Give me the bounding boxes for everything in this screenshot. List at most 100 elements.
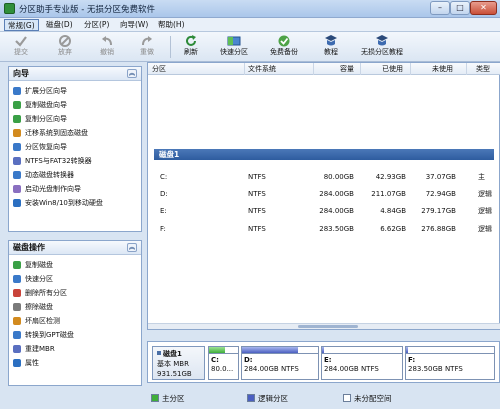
refresh-button[interactable]: 刷新: [176, 34, 206, 60]
cell-fs: NTFS: [248, 225, 266, 233]
menu-disk[interactable]: 磁盘(D): [43, 19, 76, 31]
partition-block-name: D:: [244, 356, 253, 364]
legend-primary-swatch: [151, 394, 159, 402]
disk-map-info[interactable]: 磁盘1 基本 MBR 931.51GB: [152, 346, 205, 380]
disk-op-item[interactable]: 属性: [9, 356, 141, 370]
column-capacity[interactable]: 容量: [340, 64, 354, 74]
disk-op-item[interactable]: 重建MBR: [9, 342, 141, 356]
column-separator: [410, 63, 411, 75]
menu-help[interactable]: 帮助(H): [155, 19, 188, 31]
disk-op-item[interactable]: 转换到GPT磁盘: [9, 328, 141, 342]
close-button[interactable]: ✕: [470, 1, 497, 15]
partition-block[interactable]: C: 80.0...: [208, 346, 239, 380]
minimize-button[interactable]: –: [430, 1, 450, 15]
legend: 主分区 逻辑分区 未分配空间: [147, 392, 500, 407]
disk-op-item[interactable]: 删除所有分区: [9, 286, 141, 300]
free-backup-button[interactable]: 免费备份: [264, 34, 304, 60]
disk-icon: [157, 351, 161, 355]
wizard-item[interactable]: 扩展分区向导: [9, 84, 141, 98]
wizard-item[interactable]: 复制磁盘向导: [9, 98, 141, 112]
wizard-panel-title: 向导: [13, 69, 29, 78]
table-row[interactable]: C: NTFS 80.00GB 42.93GB 37.07GB 主: [148, 171, 500, 183]
disk-op-item-label: 擦除磁盘: [25, 303, 53, 311]
table-row[interactable]: F: NTFS 283.50GB 6.62GB 276.88GB 逻辑: [148, 223, 500, 235]
partition-block[interactable]: E: 284.00GB NTFS: [321, 346, 403, 380]
wizard-item[interactable]: 安装Win8/10到移动硬盘: [9, 196, 141, 210]
column-separator: [313, 63, 314, 75]
menu-bar: 常规(G) 磁盘(D) 分区(P) 向导(W) 帮助(H): [0, 18, 500, 32]
menu-partition[interactable]: 分区(P): [81, 19, 112, 31]
cell-type: 逻辑: [478, 225, 492, 233]
toolbar: 提交 放弃 撤销 重做 刷新 快速分区 免费备份 教程 无损分区教程: [0, 32, 500, 62]
maximize-button[interactable]: □: [450, 1, 470, 15]
refresh-label: 刷新: [184, 48, 198, 56]
wizard-item-label: 安装Win8/10到移动硬盘: [25, 199, 103, 207]
win-to-go-icon: [13, 199, 21, 207]
cell-fs: NTFS: [248, 190, 266, 198]
wizard-item[interactable]: NTFS与FAT32转换器: [9, 154, 141, 168]
partition-usage-bar: [322, 347, 402, 354]
wizard-item[interactable]: 迁移系统到固态磁盘: [9, 126, 141, 140]
menu-general[interactable]: 常规(G): [4, 19, 39, 31]
partition-block[interactable]: F: 283.50GB NTFS: [405, 346, 495, 380]
cell-free: 72.94GB: [425, 190, 456, 198]
undo-button[interactable]: 撤销: [92, 34, 122, 60]
disk-op-item[interactable]: 复制磁盘: [9, 258, 141, 272]
cell-used: 4.84GB: [380, 207, 406, 215]
undo-icon: [102, 36, 112, 46]
cell-partition: E:: [160, 207, 167, 215]
quick-partition-button[interactable]: 快速分区: [214, 34, 254, 60]
menu-wizard[interactable]: 向导(W): [117, 19, 151, 31]
horizontal-scrollbar[interactable]: [148, 323, 500, 329]
column-free[interactable]: 未使用: [432, 64, 453, 74]
column-separator: [244, 63, 245, 75]
disk-op-item-label: 复制磁盘: [25, 261, 53, 269]
partition-usage-bar: [406, 347, 494, 354]
column-used[interactable]: 已使用: [382, 64, 403, 74]
disk-op-item[interactable]: 坏扇区检测: [9, 314, 141, 328]
legend-unallocated: 未分配空间: [343, 394, 392, 404]
wizard-item[interactable]: 复制分区向导: [9, 112, 141, 126]
wizard-item[interactable]: 分区恢复向导: [9, 140, 141, 154]
scrollbar-thumb[interactable]: [298, 325, 358, 328]
wizard-item[interactable]: 启动光盘制作向导: [9, 182, 141, 196]
collapse-wizard-button[interactable]: ︽: [127, 69, 137, 78]
cell-free: 276.88GB: [421, 225, 456, 233]
wizard-item-label: 动态磁盘转换器: [25, 171, 74, 179]
cell-fs: NTFS: [248, 207, 266, 215]
column-partition[interactable]: 分区: [152, 64, 166, 74]
convert-gpt-icon: [13, 331, 21, 339]
cell-used: 42.93GB: [375, 173, 406, 181]
disk-op-item[interactable]: 快速分区: [9, 272, 141, 286]
cell-fs: NTFS: [248, 173, 266, 181]
table-row[interactable]: D: NTFS 284.00GB 211.07GB 72.94GB 逻辑: [148, 188, 500, 200]
redo-icon: [142, 36, 152, 46]
disk-operations-panel: 磁盘操作 ︽ 复制磁盘 快速分区 删除所有分区 擦除磁盘 坏扇区检测 转换到GPT磁盘 重建…: [8, 240, 142, 386]
table-row[interactable]: E: NTFS 284.00GB 4.84GB 279.17GB 逻辑: [148, 205, 500, 217]
disk-map: 磁盘1 基本 MBR 931.51GB C: 80.0... D: 284.00GB …: [147, 341, 500, 383]
submit-button[interactable]: 提交: [6, 34, 36, 60]
legend-primary: 主分区: [151, 394, 185, 404]
partition-block-name: C:: [211, 356, 219, 364]
tutorial-button[interactable]: 教程: [316, 34, 346, 60]
disk-header-row[interactable]: 磁盘1: [154, 149, 494, 160]
redo-button[interactable]: 重做: [132, 34, 162, 60]
lossless-tutorial-label: 无损分区教程: [361, 48, 403, 56]
collapse-disk-ops-button[interactable]: ︽: [127, 243, 137, 252]
cell-used: 6.62GB: [380, 225, 406, 233]
legend-logical: 逻辑分区: [247, 394, 288, 404]
title-bar: 分区助手专业版 - 无损分区免费软件 – □ ✕: [0, 0, 500, 18]
column-filesystem[interactable]: 文件系统: [248, 64, 276, 74]
disk-map-size: 931.51GB: [157, 370, 192, 378]
redo-label: 重做: [140, 48, 154, 56]
discard-button[interactable]: 放弃: [50, 34, 80, 60]
delete-all-icon: [13, 289, 21, 297]
wizard-item-label: 启动光盘制作向导: [25, 185, 81, 193]
column-type[interactable]: 类型: [476, 64, 490, 74]
window-title: 分区助手专业版 - 无损分区免费软件: [19, 5, 155, 15]
disk-op-item[interactable]: 擦除磁盘: [9, 300, 141, 314]
ntfs-fat32-icon: [13, 157, 21, 165]
lossless-tutorial-button[interactable]: 无损分区教程: [356, 34, 408, 60]
wizard-item[interactable]: 动态磁盘转换器: [9, 168, 141, 182]
partition-block[interactable]: D: 284.00GB NTFS: [241, 346, 319, 380]
